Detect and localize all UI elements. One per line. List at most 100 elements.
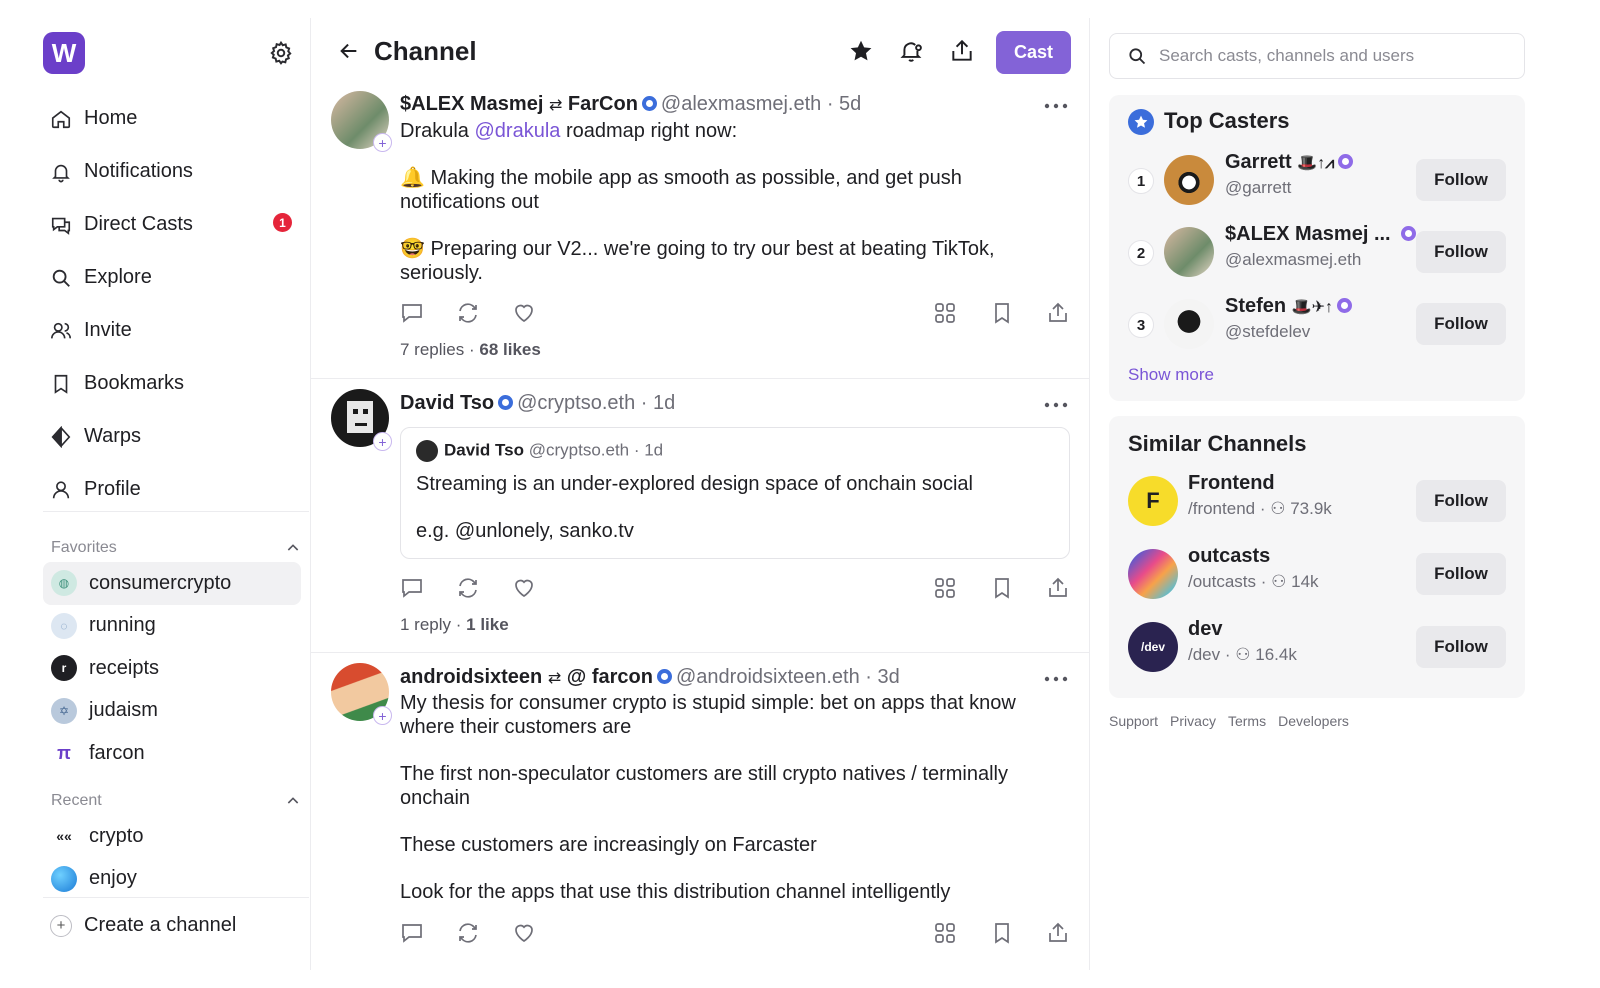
mention-link[interactable]: @drakula: [474, 120, 560, 142]
quoted-cast[interactable]: David Tso @cryptso.eth · 1d Streaming is…: [400, 427, 1070, 559]
follow-plus-icon[interactable]: +: [373, 432, 392, 451]
like-count[interactable]: 1 like: [466, 615, 509, 634]
grid-apps-icon[interactable]: [933, 921, 957, 945]
nav-invite[interactable]: Invite: [50, 304, 310, 357]
avatar[interactable]: [1164, 227, 1214, 277]
top-caster-row[interactable]: 1 Garrett 🎩↑⩘ @garrett Follow: [1109, 151, 1525, 213]
top-caster-row[interactable]: 3 Stefen 🎩✈↑ @stefdelev Follow: [1109, 295, 1525, 357]
follow-button[interactable]: Follow: [1416, 553, 1506, 595]
chevron-up-icon[interactable]: [285, 540, 301, 556]
recent-header[interactable]: Recent: [51, 792, 301, 810]
nav-warps[interactable]: Warps: [50, 410, 310, 463]
bookmark-icon[interactable]: [990, 301, 1014, 325]
share-icon[interactable]: [1046, 576, 1070, 600]
like-heart-icon[interactable]: [512, 576, 536, 600]
share-icon[interactable]: [1046, 921, 1070, 945]
cast-post[interactable]: + David Tso @cryptso.eth · 1d David Tso @…: [311, 378, 1089, 652]
avatar[interactable]: [1164, 155, 1214, 205]
footer-link-support[interactable]: Support: [1109, 713, 1158, 729]
channel-row[interactable]: /dev dev /dev · ⚇ 16.4k Follow: [1109, 618, 1525, 680]
follow-button[interactable]: Follow: [1416, 480, 1506, 522]
plus-icon: +: [50, 914, 72, 937]
bell-settings-icon[interactable]: [899, 38, 925, 64]
follow-plus-icon[interactable]: +: [373, 133, 392, 152]
author-handle[interactable]: @cryptso.eth · 1d: [517, 392, 675, 414]
search-input[interactable]: [1159, 46, 1499, 66]
grid-apps-icon[interactable]: [933, 301, 957, 325]
nav-notifications[interactable]: Notifications: [50, 145, 310, 198]
star-icon[interactable]: [848, 38, 874, 64]
channel-name[interactable]: dev: [1188, 618, 1222, 641]
share-icon[interactable]: [949, 38, 975, 64]
recast-icon[interactable]: [456, 576, 480, 600]
reply-count[interactable]: 1 reply: [400, 615, 451, 634]
author-name[interactable]: $ALEX Masmej: [400, 93, 543, 115]
author-handle[interactable]: @alexmasmej.eth · 5d: [661, 93, 861, 115]
recent-channel-enjoy[interactable]: enjoy: [43, 858, 301, 901]
channel-name[interactable]: outcasts: [1188, 545, 1270, 568]
bookmark-icon[interactable]: [990, 576, 1014, 600]
favorite-channel-farcon[interactable]: π farcon: [43, 732, 301, 775]
cast-post[interactable]: + androidsixteen ⇄ @ farcon @androidsixte…: [311, 652, 1089, 988]
favorite-channel-consumercrypto[interactable]: ◍ consumercrypto: [43, 562, 301, 605]
channel-name[interactable]: Frontend: [1188, 472, 1275, 495]
cast-button[interactable]: Cast: [996, 31, 1071, 74]
more-options-icon[interactable]: [1044, 676, 1068, 682]
frontend-channel-avatar[interactable]: F: [1128, 476, 1178, 526]
more-options-icon[interactable]: [1044, 402, 1068, 408]
footer-link-terms[interactable]: Terms: [1228, 713, 1266, 729]
channel-row[interactable]: outcasts /outcasts · ⚇ 14k Follow: [1109, 545, 1525, 607]
top-caster-row[interactable]: 2 $ALEX Masmej ... @alexmasmej.eth Follo…: [1109, 223, 1525, 285]
follow-button[interactable]: Follow: [1416, 231, 1506, 273]
nav-home[interactable]: Home: [50, 92, 310, 145]
nav-explore[interactable]: Explore: [50, 251, 310, 304]
show-more-link[interactable]: Show more: [1128, 365, 1214, 385]
cast-post[interactable]: + $ALEX Masmej ⇄ FarCon @alexmasmej.eth ·…: [311, 88, 1089, 378]
follow-button[interactable]: Follow: [1416, 159, 1506, 201]
share-icon[interactable]: [1046, 301, 1070, 325]
recast-icon[interactable]: [456, 301, 480, 325]
search-icon: [52, 269, 70, 287]
search-bar[interactable]: [1109, 33, 1525, 79]
nav-bookmarks[interactable]: Bookmarks: [50, 357, 310, 410]
reply-count[interactable]: 7 replies: [400, 340, 464, 359]
back-arrow-icon[interactable]: [338, 40, 360, 62]
quoted-paragraph: Streaming is an under-explored design sp…: [416, 473, 974, 495]
caster-name[interactable]: $ALEX Masmej ...: [1225, 223, 1420, 246]
app-logo[interactable]: W: [43, 32, 85, 74]
like-count[interactable]: 68 likes: [479, 340, 540, 359]
reply-icon[interactable]: [400, 921, 424, 945]
reply-icon[interactable]: [400, 576, 424, 600]
footer-link-developers[interactable]: Developers: [1278, 713, 1349, 729]
grid-apps-icon[interactable]: [933, 576, 957, 600]
favorite-channel-judaism[interactable]: ✡ judaism: [43, 690, 301, 733]
reply-icon[interactable]: [400, 301, 424, 325]
author-name[interactable]: androidsixteen: [400, 666, 542, 688]
dev-channel-avatar[interactable]: /dev: [1128, 622, 1178, 672]
caster-name[interactable]: Garrett 🎩↑⩘: [1225, 151, 1357, 174]
chevron-up-icon[interactable]: [285, 793, 301, 809]
favorite-channel-running[interactable]: ◌ running: [43, 605, 301, 648]
settings-gear-icon[interactable]: [268, 40, 294, 66]
create-channel-button[interactable]: + Create a channel: [50, 914, 236, 937]
footer-link-privacy[interactable]: Privacy: [1170, 713, 1216, 729]
outcasts-channel-avatar[interactable]: [1128, 549, 1178, 599]
author-handle[interactable]: @androidsixteen.eth · 3d: [676, 666, 900, 688]
like-heart-icon[interactable]: [512, 921, 536, 945]
follow-plus-icon[interactable]: +: [373, 706, 392, 725]
nav-direct-casts[interactable]: Direct Casts 1: [50, 198, 310, 251]
avatar[interactable]: [1164, 299, 1214, 349]
caster-name[interactable]: Stefen 🎩✈↑: [1225, 295, 1356, 318]
bookmark-icon[interactable]: [990, 921, 1014, 945]
recent-channel-crypto[interactable]: «« crypto: [43, 815, 301, 858]
author-name[interactable]: David Tso: [400, 392, 494, 414]
nav-profile[interactable]: Profile: [50, 463, 310, 516]
follow-button[interactable]: Follow: [1416, 626, 1506, 668]
follow-button[interactable]: Follow: [1416, 303, 1506, 345]
channel-row[interactable]: F Frontend /frontend · ⚇ 73.9k Follow: [1109, 472, 1525, 534]
recast-icon[interactable]: [456, 921, 480, 945]
favorites-header[interactable]: Favorites: [51, 539, 301, 557]
like-heart-icon[interactable]: [512, 301, 536, 325]
favorite-channel-receipts[interactable]: r receipts: [43, 647, 301, 690]
more-options-icon[interactable]: [1044, 103, 1068, 109]
